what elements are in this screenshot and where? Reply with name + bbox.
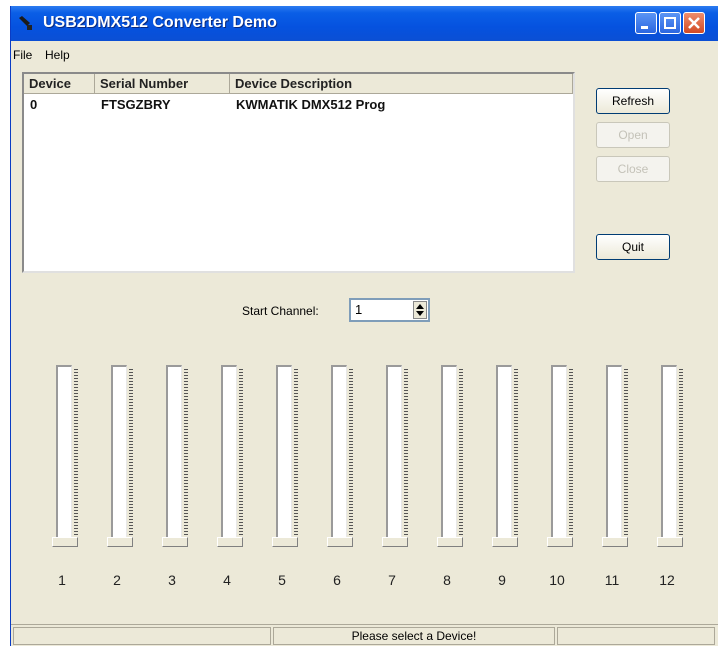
channel-fader-12[interactable]	[655, 365, 689, 552]
fader-track[interactable]	[111, 365, 127, 545]
fader-thumb[interactable]	[657, 537, 683, 547]
fader-thumb[interactable]	[327, 537, 353, 547]
menu-file[interactable]: File	[13, 48, 32, 62]
channel-label: 5	[278, 572, 286, 588]
column-header-serial[interactable]: Serial Number	[95, 74, 230, 94]
close-button[interactable]: Close	[596, 156, 670, 182]
channel-label: 3	[168, 572, 176, 588]
fader-ticks	[459, 369, 463, 545]
maximize-icon	[664, 17, 676, 29]
channel-fader-8[interactable]	[435, 365, 469, 552]
channel-fader-10[interactable]	[545, 365, 579, 552]
channel-fader-2[interactable]	[105, 365, 139, 552]
channel-fader-7[interactable]	[380, 365, 414, 552]
app-icon	[19, 16, 32, 30]
channel-label: 4	[223, 572, 231, 588]
channel-label: 1	[58, 572, 66, 588]
fader-track[interactable]	[386, 365, 402, 545]
channel-label: 8	[443, 572, 451, 588]
close-window-button[interactable]	[683, 12, 705, 34]
fader-thumb[interactable]	[492, 537, 518, 547]
fader-thumb[interactable]	[107, 537, 133, 547]
start-channel-spinner[interactable]: 1	[349, 298, 430, 322]
fader-thumb[interactable]	[382, 537, 408, 547]
menu-help[interactable]: Help	[45, 48, 70, 62]
maximize-button[interactable]	[659, 12, 681, 34]
fader-track[interactable]	[496, 365, 512, 545]
fader-track[interactable]	[551, 365, 567, 545]
device-cell[interactable]: 0	[30, 97, 37, 112]
up-down-arrows-icon	[416, 304, 424, 316]
menu-bar: File Help	[11, 44, 718, 64]
channel-fader-3[interactable]	[160, 365, 194, 552]
fader-thumb[interactable]	[437, 537, 463, 547]
channel-label: 9	[498, 572, 506, 588]
channel-label: 12	[659, 572, 675, 588]
quit-button[interactable]: Quit	[596, 234, 670, 260]
fader-ticks	[184, 369, 188, 545]
channel-label: 11	[604, 572, 620, 588]
status-bar: Please select a Device!	[11, 624, 718, 646]
status-message: Please select a Device!	[273, 627, 555, 645]
window-title: USB2DMX512 Converter Demo	[43, 14, 277, 31]
fader-ticks	[624, 369, 628, 545]
start-channel-label: Start Channel:	[242, 304, 319, 318]
status-panel-left	[13, 627, 271, 645]
app-window: USB2DMX512 Converter Demo File Help Devi…	[10, 6, 718, 646]
open-button[interactable]: Open	[596, 122, 670, 148]
fader-thumb[interactable]	[602, 537, 628, 547]
status-panel-right	[557, 627, 715, 645]
fader-ticks	[239, 369, 243, 545]
serial-cell[interactable]: FTSGZBRY	[101, 97, 171, 112]
fader-track[interactable]	[166, 365, 182, 545]
title-bar[interactable]: USB2DMX512 Converter Demo	[11, 6, 718, 41]
column-header-description[interactable]: Device Description	[230, 74, 573, 94]
fader-ticks	[569, 369, 573, 545]
refresh-button[interactable]: Refresh	[596, 88, 670, 114]
fader-thumb[interactable]	[217, 537, 243, 547]
fader-track[interactable]	[276, 365, 292, 545]
fader-ticks	[514, 369, 518, 545]
fader-track[interactable]	[606, 365, 622, 545]
minimize-button[interactable]	[635, 12, 657, 34]
fader-thumb[interactable]	[162, 537, 188, 547]
fader-track[interactable]	[331, 365, 347, 545]
fader-ticks	[294, 369, 298, 545]
start-channel-value[interactable]: 1	[355, 302, 362, 317]
channel-fader-6[interactable]	[325, 365, 359, 552]
fader-track[interactable]	[661, 365, 677, 545]
minimize-icon	[641, 26, 648, 29]
fader-ticks	[679, 369, 683, 545]
channel-label: 7	[388, 572, 396, 588]
channel-fader-5[interactable]	[270, 365, 304, 552]
fader-thumb[interactable]	[272, 537, 298, 547]
channel-label: 10	[549, 572, 565, 588]
channel-label: 6	[333, 572, 341, 588]
fader-ticks	[74, 369, 78, 545]
spin-arrows[interactable]	[413, 301, 427, 319]
channel-fader-11[interactable]	[600, 365, 634, 552]
channel-fader-4[interactable]	[215, 365, 249, 552]
fader-track[interactable]	[221, 365, 237, 545]
fader-ticks	[349, 369, 353, 545]
device-list[interactable]: Device Serial Number Device Description …	[22, 72, 575, 273]
channel-fader-1[interactable]	[50, 365, 84, 552]
fader-thumb[interactable]	[547, 537, 573, 547]
channel-fader-9[interactable]	[490, 365, 524, 552]
fader-track[interactable]	[56, 365, 72, 545]
fader-ticks	[404, 369, 408, 545]
channel-label: 2	[113, 572, 121, 588]
fader-track[interactable]	[441, 365, 457, 545]
close-icon	[688, 17, 700, 29]
description-cell[interactable]: KWMATIK DMX512 Prog	[236, 97, 385, 112]
fader-thumb[interactable]	[52, 537, 78, 547]
column-header-device[interactable]: Device	[24, 74, 95, 94]
fader-ticks	[129, 369, 133, 545]
